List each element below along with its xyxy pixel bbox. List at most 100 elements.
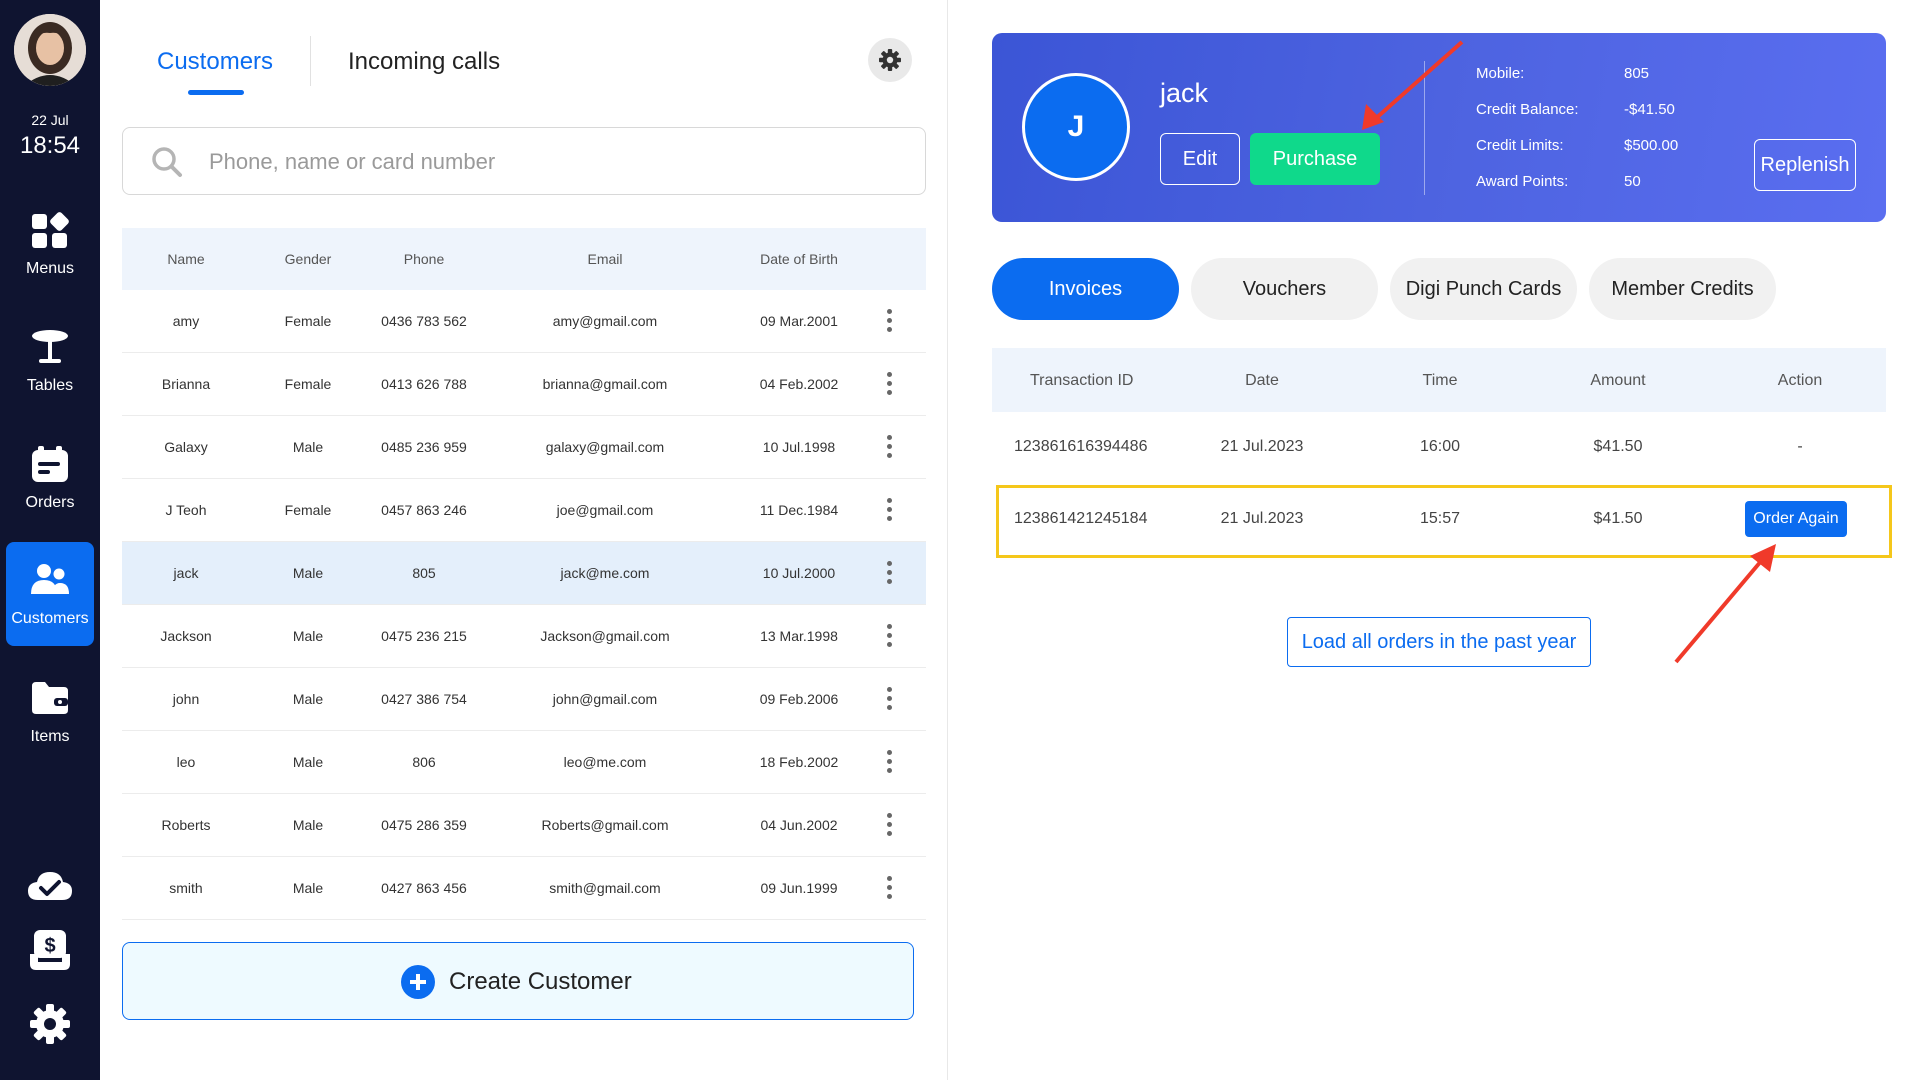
tab-customers[interactable]: Customers — [157, 48, 273, 76]
customer-dob: 11 Dec.1984 — [759, 502, 839, 518]
clock-date: 22 Jul — [31, 112, 69, 128]
table-row[interactable]: amy Female 0436 783 562 amy@gmail.com 09 Mar… — [122, 290, 926, 353]
table-row[interactable]: Brianna Female 0413 626 788 brianna@gmail.c… — [122, 353, 926, 416]
table-row[interactable]: Roberts Male 0475 286 359 Roberts@gmail.com… — [122, 794, 926, 857]
settings-button[interactable] — [868, 38, 912, 82]
load-all-orders-button[interactable]: Load all orders in the past year — [1287, 617, 1591, 667]
column-header-date: Date — [1245, 372, 1279, 389]
table-icon — [32, 330, 68, 363]
table-row[interactable]: Jackson Male 0475 236 215 Jackson@gmail.com… — [122, 605, 926, 668]
column-header-amount: Amount — [1590, 372, 1646, 389]
kebab-dot — [887, 750, 892, 755]
sidebar-item-orders[interactable]: Orders — [6, 426, 94, 530]
mobile-label: Mobile: — [1476, 65, 1525, 82]
kebab-dot — [887, 435, 892, 440]
credit-limits-value: $500.00 — [1624, 137, 1679, 154]
table-row[interactable]: Galaxy Male 0485 236 959 galaxy@gmail.com 10… — [122, 416, 926, 479]
kebab-dot — [887, 642, 892, 647]
gear-icon[interactable] — [26, 1002, 74, 1046]
sidebar-item-menus[interactable]: Menus — [6, 192, 94, 296]
customer-dob: 10 Jul.2000 — [762, 565, 836, 581]
more-options-icon[interactable] — [877, 559, 901, 587]
tab-member-credits[interactable]: Member Credits — [1589, 258, 1776, 320]
more-options-icon[interactable] — [877, 370, 901, 398]
customer-name: jack — [1160, 78, 1209, 108]
search-input[interactable] — [209, 142, 899, 182]
kebab-dot — [887, 687, 892, 692]
svg-text:$: $ — [44, 935, 55, 957]
customer-gender: Male — [292, 880, 324, 896]
tab-digi-punch-cards[interactable]: Digi Punch Cards — [1390, 258, 1577, 320]
kebab-dot — [887, 309, 892, 314]
customer-name: leo — [176, 754, 196, 770]
invoice-row[interactable]: 123861421245184 21 Jul.2023 15:57 $41.50… — [992, 484, 1886, 556]
customer-list-panel: Customers Incoming calls Phone, name or … — [100, 0, 948, 1080]
replenish-button[interactable]: Replenish — [1754, 139, 1856, 191]
sidebar-item-customers[interactable]: Customers — [6, 542, 94, 646]
customer-name: Brianna — [161, 376, 211, 392]
customer-email: joe@gmail.com — [556, 502, 654, 518]
invoice-amount: $41.50 — [1593, 510, 1643, 527]
customer-phone: 0436 783 562 — [381, 313, 467, 329]
create-customer-button[interactable]: Create Customer — [122, 942, 914, 1020]
tab-incoming-calls[interactable]: Incoming calls — [348, 48, 500, 76]
sidebar-item-tables[interactable]: Tables — [6, 309, 94, 413]
kebab-dot — [887, 633, 892, 638]
more-options-icon[interactable] — [877, 496, 901, 524]
customer-email: Roberts@gmail.com — [541, 817, 669, 833]
sidebar: 22 Jul 18:54 Menus Tables Orders Custome… — [0, 0, 100, 1080]
tab-invoices[interactable]: Invoices — [992, 258, 1179, 320]
more-options-icon[interactable] — [877, 622, 901, 650]
customer-name: Roberts — [161, 817, 211, 833]
cloud-check-icon[interactable] — [26, 864, 74, 908]
sidebar-item-items[interactable]: Items — [6, 660, 94, 764]
table-row[interactable]: J Teoh Female 0457 863 246 joe@gmail.com 11 … — [122, 479, 926, 542]
more-options-icon[interactable] — [877, 307, 901, 335]
column-header-time: Time — [1422, 372, 1458, 389]
customer-initial: J — [1067, 110, 1085, 143]
customer-avatar: J — [1022, 73, 1130, 181]
table-row[interactable]: leo Male 806 leo@me.com 18 Feb.2002 — [122, 731, 926, 794]
customer-name: jack — [173, 565, 199, 581]
kebab-dot — [887, 498, 892, 503]
cash-drawer-icon[interactable]: $ — [26, 928, 74, 972]
customer-phone: 0427 386 754 — [381, 691, 467, 707]
purchase-button[interactable]: Purchase — [1250, 133, 1380, 185]
tab-vouchers[interactable]: Vouchers — [1191, 258, 1378, 320]
invoice-date: 21 Jul.2023 — [1220, 438, 1304, 455]
customer-name: smith — [169, 880, 203, 896]
invoice-table: Transaction ID Date Time Amount Action 1… — [992, 348, 1886, 556]
more-options-icon[interactable] — [877, 748, 901, 776]
kebab-dot — [887, 894, 892, 899]
kebab-dot — [887, 768, 892, 773]
customer-email: galaxy@gmail.com — [545, 439, 665, 455]
customer-phone: 0413 626 788 — [381, 376, 467, 392]
customer-gender: Male — [292, 754, 324, 770]
menus-icon — [32, 212, 69, 248]
avatar[interactable] — [14, 14, 86, 86]
more-options-icon[interactable] — [877, 433, 901, 461]
tab-active-indicator — [188, 90, 244, 95]
table-row[interactable]: jack Male 805 jack@me.com 10 Jul.2000 — [122, 542, 926, 605]
kebab-dot — [887, 579, 892, 584]
kebab-dot — [887, 561, 892, 566]
customer-dob: 18 Feb.2002 — [759, 754, 839, 770]
customer-phone: 0485 236 959 — [381, 439, 467, 455]
order-again-button[interactable]: Order Again — [1745, 501, 1847, 537]
kebab-dot — [887, 381, 892, 386]
more-options-icon[interactable] — [877, 685, 901, 713]
more-options-icon[interactable] — [877, 874, 901, 902]
edit-button[interactable]: Edit — [1160, 133, 1240, 185]
mobile-value: 805 — [1624, 65, 1650, 82]
invoice-row[interactable]: 123861616394486 21 Jul.2023 16:00 $41.50… — [992, 412, 1886, 484]
table-row[interactable]: john Male 0427 386 754 john@gmail.com 09 Feb… — [122, 668, 926, 731]
customer-gender: Female — [284, 502, 332, 518]
sidebar-item-label: Customers — [11, 610, 89, 627]
more-options-icon[interactable] — [877, 811, 901, 839]
clock-time: 18:54 — [19, 132, 81, 159]
customer-email: leo@me.com — [563, 754, 647, 770]
card-divider — [1424, 61, 1425, 195]
table-row[interactable]: smith Male 0427 863 456 smith@gmail.com 09 J… — [122, 857, 926, 920]
customer-name: john — [172, 691, 200, 707]
customer-name: Galaxy — [164, 439, 208, 455]
